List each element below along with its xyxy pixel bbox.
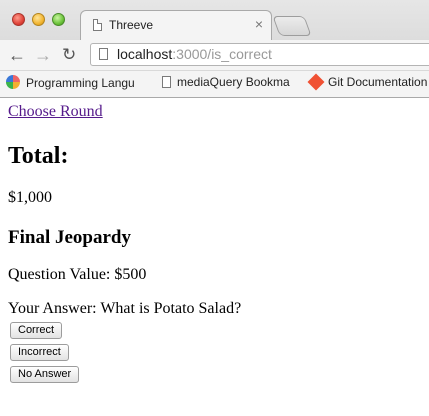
bookmark-favicon-icon (6, 75, 20, 89)
zoom-window-button[interactable] (52, 13, 65, 26)
incorrect-button[interactable]: Incorrect (10, 344, 69, 361)
correct-button[interactable]: Correct (10, 322, 63, 339)
close-window-button[interactable] (12, 13, 25, 26)
url-text: localhost:3000/is_correct (117, 46, 272, 62)
bookmarks-bar: Programming Langu mediaQuery Bookma Git … (0, 70, 429, 97)
address-bar[interactable]: localhost:3000/is_correct (90, 43, 429, 66)
browser-tab[interactable]: Threeve × (80, 10, 272, 40)
your-answer: Your Answer: What is Potato Salad? (8, 300, 242, 317)
bookmark-programming-languages[interactable]: Programming Langu (6, 75, 135, 90)
total-value: $1,000 (8, 189, 52, 206)
minimize-window-button[interactable] (32, 13, 45, 26)
page-icon (99, 48, 108, 60)
new-tab-button[interactable] (272, 16, 312, 36)
back-arrow-icon[interactable]: ← (8, 44, 26, 66)
close-tab-icon[interactable]: × (255, 16, 263, 32)
bookmark-git-documentation[interactable]: Git Documentation (307, 73, 427, 91)
browser-chrome: Threeve × ← → ↻ localhost:3000/is_correc… (0, 0, 429, 98)
page-icon (162, 76, 171, 88)
choose-round-link[interactable]: Choose Round (8, 103, 103, 121)
bookmark-mediaquery[interactable]: mediaQuery Bookma (162, 75, 290, 89)
reload-icon[interactable]: ↻ (62, 44, 76, 66)
no-answer-button[interactable]: No Answer (10, 366, 80, 383)
tab-title: Threeve (109, 18, 154, 32)
navigation-toolbar: ← → ↻ localhost:3000/is_correct (0, 40, 429, 70)
forward-arrow-icon[interactable]: → (34, 44, 52, 66)
git-icon (307, 73, 325, 91)
page-icon (93, 19, 102, 31)
question-value: Question Value: $500 (8, 266, 147, 283)
round-heading: Final Jeopardy (8, 227, 131, 248)
total-heading: Total: (8, 143, 69, 169)
